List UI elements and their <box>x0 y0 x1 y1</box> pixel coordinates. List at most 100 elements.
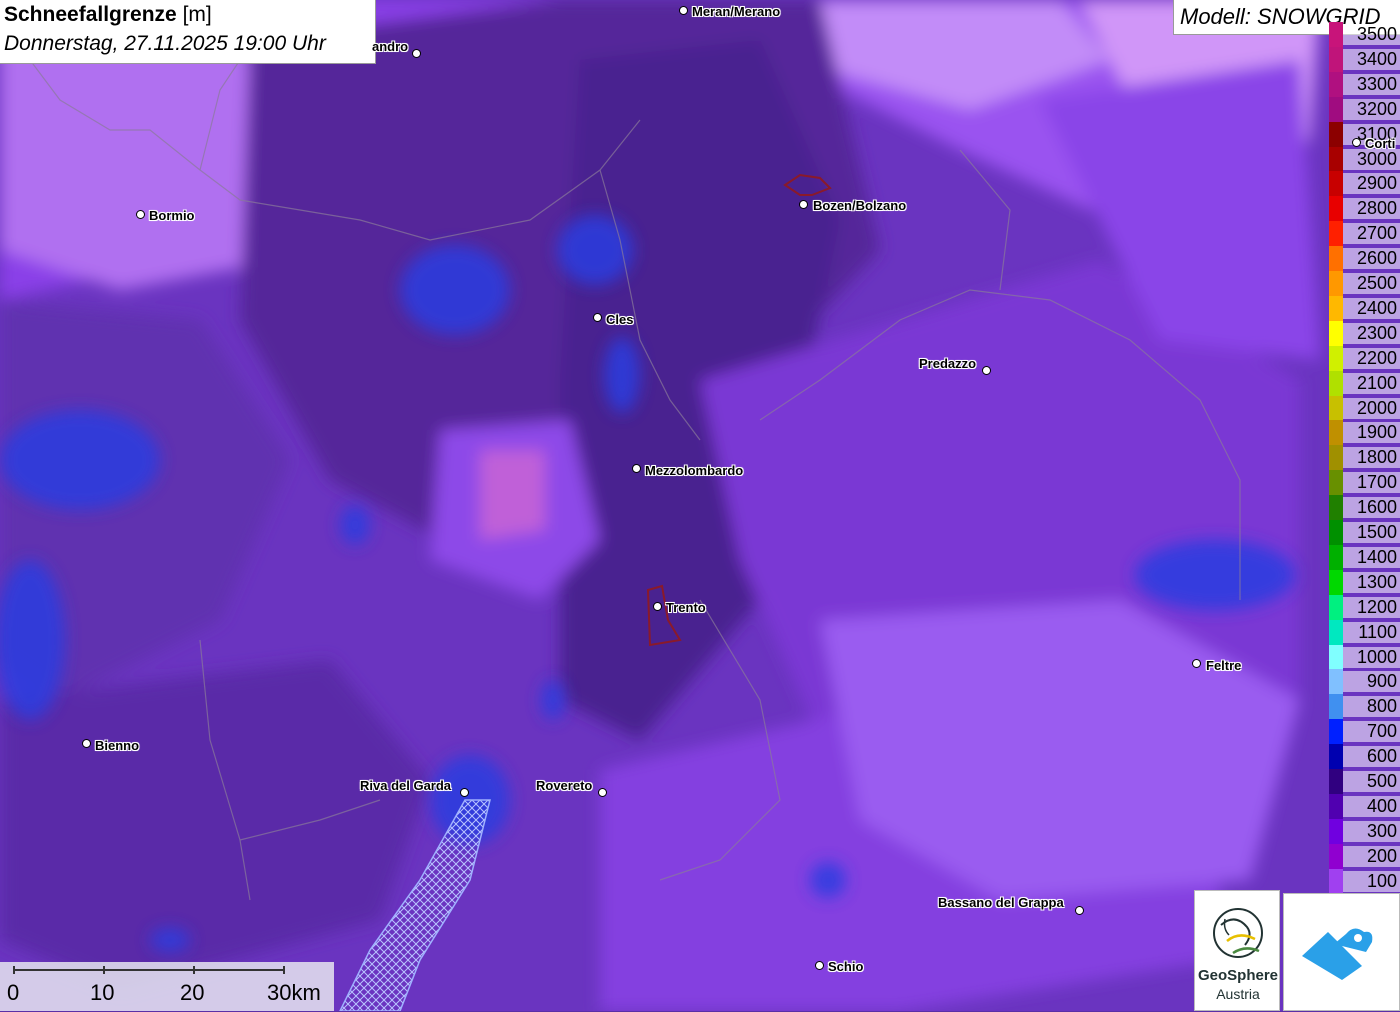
geosphere-sub: Austria <box>1216 986 1260 1002</box>
legend-label: 2200 <box>1343 347 1400 369</box>
legend-swatch <box>1329 594 1343 620</box>
legend-label: 2300 <box>1343 322 1400 344</box>
app-logo[interactable] <box>1283 893 1400 1011</box>
legend-item: 200 <box>1329 843 1400 869</box>
city-marker[interactable] <box>1075 906 1084 915</box>
legend-swatch <box>1329 395 1343 421</box>
legend-label: 600 <box>1343 746 1400 768</box>
legend-item: 800 <box>1329 694 1400 720</box>
legend-swatch <box>1329 246 1343 272</box>
legend-swatch <box>1329 320 1343 346</box>
legend-label: 700 <box>1343 721 1400 743</box>
city-marker[interactable] <box>653 602 662 611</box>
legend-swatch <box>1329 445 1343 471</box>
legend-label: 2500 <box>1343 273 1400 294</box>
legend-swatch <box>1329 370 1343 396</box>
city-label[interactable]: Meran/Merano <box>692 4 780 19</box>
legend-label: 3500 <box>1343 24 1400 45</box>
legend-label: 2600 <box>1343 248 1400 270</box>
legend-item: 1700 <box>1329 470 1400 496</box>
city-label[interactable]: Bassano del Grappa <box>938 895 1064 910</box>
legend-label: 3200 <box>1343 98 1400 120</box>
legend-item: 1200 <box>1329 594 1400 620</box>
legend-label: 1300 <box>1343 571 1400 593</box>
legend-label: 1000 <box>1343 646 1400 668</box>
city-marker[interactable] <box>982 366 991 375</box>
legend-item: 1000 <box>1329 644 1400 670</box>
scale-label-30km: 30km <box>267 980 321 1005</box>
city-label[interactable]: Predazzo <box>919 356 976 371</box>
legend-swatch <box>1329 495 1343 521</box>
legend-swatch <box>1329 793 1343 819</box>
legend-swatch <box>1329 271 1343 296</box>
geosphere-logo[interactable]: GeoSphere Austria <box>1194 890 1280 1011</box>
legend-label: 1800 <box>1343 447 1400 469</box>
legend-swatch <box>1329 644 1343 670</box>
legend-label: 1600 <box>1343 497 1400 519</box>
city-label[interactable]: Schio <box>828 959 863 974</box>
legend-swatch <box>1329 46 1343 72</box>
legend-swatch <box>1329 744 1343 770</box>
legend-item: 2500 <box>1329 271 1400 296</box>
legend-swatch <box>1329 420 1343 446</box>
legend-swatch <box>1329 295 1343 321</box>
city-label[interactable]: Riva del Garda <box>360 778 451 793</box>
legend-item: 1400 <box>1329 544 1400 570</box>
legend-item: 900 <box>1329 669 1400 695</box>
legend-label: 1500 <box>1343 522 1400 543</box>
legend-swatch <box>1329 22 1343 47</box>
legend-label: 500 <box>1343 771 1400 792</box>
legend-label: 2900 <box>1343 173 1400 195</box>
legend-swatch <box>1329 171 1343 197</box>
city-marker[interactable] <box>412 49 421 58</box>
city-marker[interactable] <box>1352 138 1361 147</box>
city-label[interactable]: Mezzolombardo <box>645 463 743 478</box>
city-marker[interactable] <box>593 313 602 322</box>
legend-swatch <box>1329 196 1343 222</box>
scale-label-20: 20 <box>180 980 205 1005</box>
legend-label: 3300 <box>1343 73 1400 95</box>
legend-swatch <box>1329 221 1343 247</box>
city-marker[interactable] <box>82 739 91 748</box>
city-label[interactable]: Trento <box>666 600 706 615</box>
legend-item: 2700 <box>1329 221 1400 247</box>
legend-swatch <box>1329 96 1343 122</box>
city-marker[interactable] <box>598 788 607 797</box>
city-label[interactable]: Cles <box>606 312 633 327</box>
legend-item: 2800 <box>1329 196 1400 222</box>
snowfall-limit-map[interactable] <box>0 0 1400 1011</box>
legend-item: 3200 <box>1329 96 1400 122</box>
city-marker[interactable] <box>460 788 469 797</box>
legend-swatch <box>1329 818 1343 844</box>
city-label[interactable]: Bienno <box>95 738 139 753</box>
city-marker[interactable] <box>1192 659 1201 668</box>
map-title: Schneefallgrenze [m] <box>4 3 212 26</box>
city-label[interactable]: Corti <box>1365 136 1395 151</box>
city-label[interactable]: andro <box>372 39 408 54</box>
legend-swatch <box>1329 520 1343 545</box>
legend-item: 400 <box>1329 793 1400 819</box>
city-label[interactable]: Rovereto <box>536 778 592 793</box>
mountain-cloud-icon <box>1302 928 1373 980</box>
legend-label: 2700 <box>1343 223 1400 245</box>
legend-swatch <box>1329 121 1343 147</box>
legend-label: 1200 <box>1343 596 1400 618</box>
legend-item: 3500 <box>1329 22 1400 47</box>
city-marker[interactable] <box>632 464 641 473</box>
legend-swatch <box>1329 669 1343 695</box>
legend-label: 1700 <box>1343 472 1400 494</box>
legend-swatch <box>1329 71 1343 97</box>
legend-label: 300 <box>1343 820 1400 842</box>
city-label[interactable]: Bozen/Bolzano <box>813 198 906 213</box>
legend-item: 2600 <box>1329 246 1400 272</box>
city-label[interactable]: Bormio <box>149 208 195 223</box>
geosphere-emblem-icon <box>1213 908 1263 958</box>
legend-item: 3400 <box>1329 46 1400 72</box>
forecast-datetime: Donnerstag, 27.11.2025 19:00 Uhr <box>4 32 326 55</box>
city-marker[interactable] <box>679 6 688 15</box>
city-marker[interactable] <box>799 200 808 209</box>
city-marker[interactable] <box>815 961 824 970</box>
city-label[interactable]: Feltre <box>1206 658 1241 673</box>
city-marker[interactable] <box>136 210 145 219</box>
legend-swatch <box>1329 769 1343 794</box>
